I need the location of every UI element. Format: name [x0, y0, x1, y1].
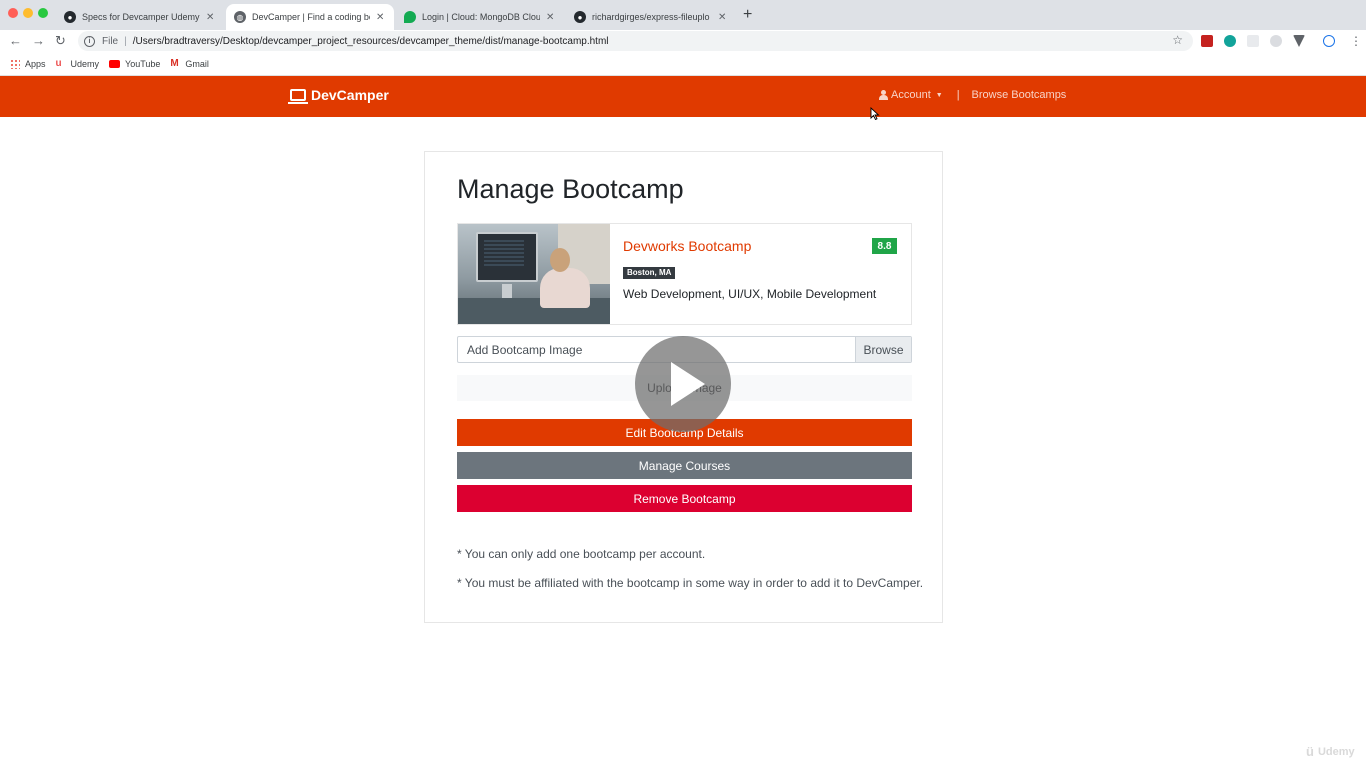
manage-courses-button[interactable]: Manage Courses [457, 452, 912, 479]
browse-bootcamps-link[interactable]: Browse Bootcamps [972, 89, 1067, 101]
forward-arrow-icon[interactable]: → [32, 33, 45, 49]
mouse-cursor-icon [870, 107, 880, 120]
nav-links: Account ▼ | Browse Bootcamps [879, 89, 1066, 101]
minimize-window-button[interactable] [23, 8, 33, 18]
profile-avatar-icon[interactable] [1323, 35, 1335, 47]
bootcamp-name-link[interactable]: Devworks Bootcamp [623, 238, 751, 254]
bookmark-youtube[interactable]: YouTube [109, 59, 160, 69]
nav-divider: | [956, 89, 960, 101]
udemy-icon: u [55, 57, 62, 69]
laptop-icon [288, 89, 308, 104]
browser-tab[interactable]: ● richardgirges/express-fileuplo ✕ [566, 4, 736, 30]
mongodb-leaf-icon [404, 11, 416, 23]
page-title: Manage Bootcamp [457, 174, 684, 204]
close-tab-icon[interactable]: ✕ [376, 12, 386, 23]
close-window-button[interactable] [8, 8, 18, 18]
globe-icon: ◍ [234, 11, 246, 23]
note-one-bootcamp: * You can only add one bootcamp per acco… [457, 547, 706, 561]
extension-gray-icon[interactable] [1247, 35, 1259, 47]
video-play-button[interactable] [635, 336, 731, 432]
browser-tab[interactable]: ● Specs for Devcamper Udemy c ✕ [56, 4, 224, 30]
reload-icon[interactable]: ↻ [55, 33, 66, 49]
bootcamp-careers: Web Development, UI/UX, Mobile Developme… [623, 287, 877, 301]
bookmarks-bar: Apps u Udemy YouTube M Gmail [0, 52, 1366, 76]
new-tab-button[interactable]: + [743, 6, 752, 24]
bookmark-gmail[interactable]: M Gmail [170, 57, 209, 69]
browser-menu-icon[interactable]: ⋮ [1350, 33, 1362, 49]
maximize-window-button[interactable] [38, 8, 48, 18]
rating-badge: 8.8 [872, 238, 897, 254]
bookmark-apps[interactable]: Apps [10, 58, 46, 69]
close-tab-icon[interactable]: ✕ [718, 12, 728, 23]
bootcamp-summary: Devworks Bootcamp 8.8 Boston, MA Web Dev… [457, 223, 912, 325]
note-affiliation: * You must be affiliated with the bootca… [457, 576, 924, 590]
address-separator: | [124, 35, 127, 47]
location-badge: Boston, MA [623, 267, 676, 279]
vue-devtools-icon[interactable] [1293, 35, 1305, 47]
github-icon: ● [64, 11, 76, 23]
info-icon[interactable]: i [84, 35, 95, 47]
close-tab-icon[interactable]: ✕ [206, 12, 216, 23]
browser-tab-bar: ● Specs for Devcamper Udemy c ✕ ◍ DevCam… [0, 0, 1366, 30]
file-input-label: Add Bootcamp Image [467, 343, 583, 357]
udemy-logo-icon: ü [1306, 744, 1314, 759]
github-icon: ● [574, 11, 586, 23]
browser-toolbar: ← → ↻ i File | /Users/bradtraversy/Deskt… [0, 30, 1366, 52]
browse-button[interactable]: Browse [855, 337, 911, 362]
close-tab-icon[interactable]: ✕ [546, 12, 556, 23]
caret-down-icon[interactable]: ▼ [936, 92, 943, 99]
account-dropdown[interactable]: Account [891, 89, 931, 101]
address-url[interactable]: /Users/bradtraversy/Desktop/devcamper_pr… [133, 36, 609, 47]
extension-teal-icon[interactable] [1224, 35, 1236, 47]
extension-red-icon[interactable] [1201, 35, 1213, 47]
bookmark-star-icon[interactable]: ☆ [1172, 33, 1183, 47]
youtube-icon [109, 59, 121, 68]
bookmark-udemy[interactable]: u Udemy [55, 57, 100, 69]
bootcamp-photo [458, 224, 610, 324]
remove-bootcamp-button[interactable]: Remove Bootcamp [457, 485, 912, 512]
address-bar[interactable]: i File | /Users/bradtraversy/Desktop/dev… [78, 31, 1193, 51]
brand-link[interactable]: DevCamper [288, 87, 389, 104]
site-navbar: DevCamper Account ▼ | Browse Bootcamps [0, 76, 1366, 117]
user-icon [879, 90, 888, 100]
udemy-watermark: ü Udemy [1306, 744, 1355, 759]
gmail-icon: M [170, 57, 179, 69]
extension-circle-icon[interactable] [1270, 35, 1282, 47]
browser-tab-active[interactable]: ◍ DevCamper | Find a coding bo ✕ [226, 4, 394, 30]
apps-grid-icon [10, 58, 20, 69]
browser-tab[interactable]: Login | Cloud: MongoDB Cloud ✕ [396, 4, 564, 30]
back-arrow-icon[interactable]: ← [9, 33, 22, 49]
